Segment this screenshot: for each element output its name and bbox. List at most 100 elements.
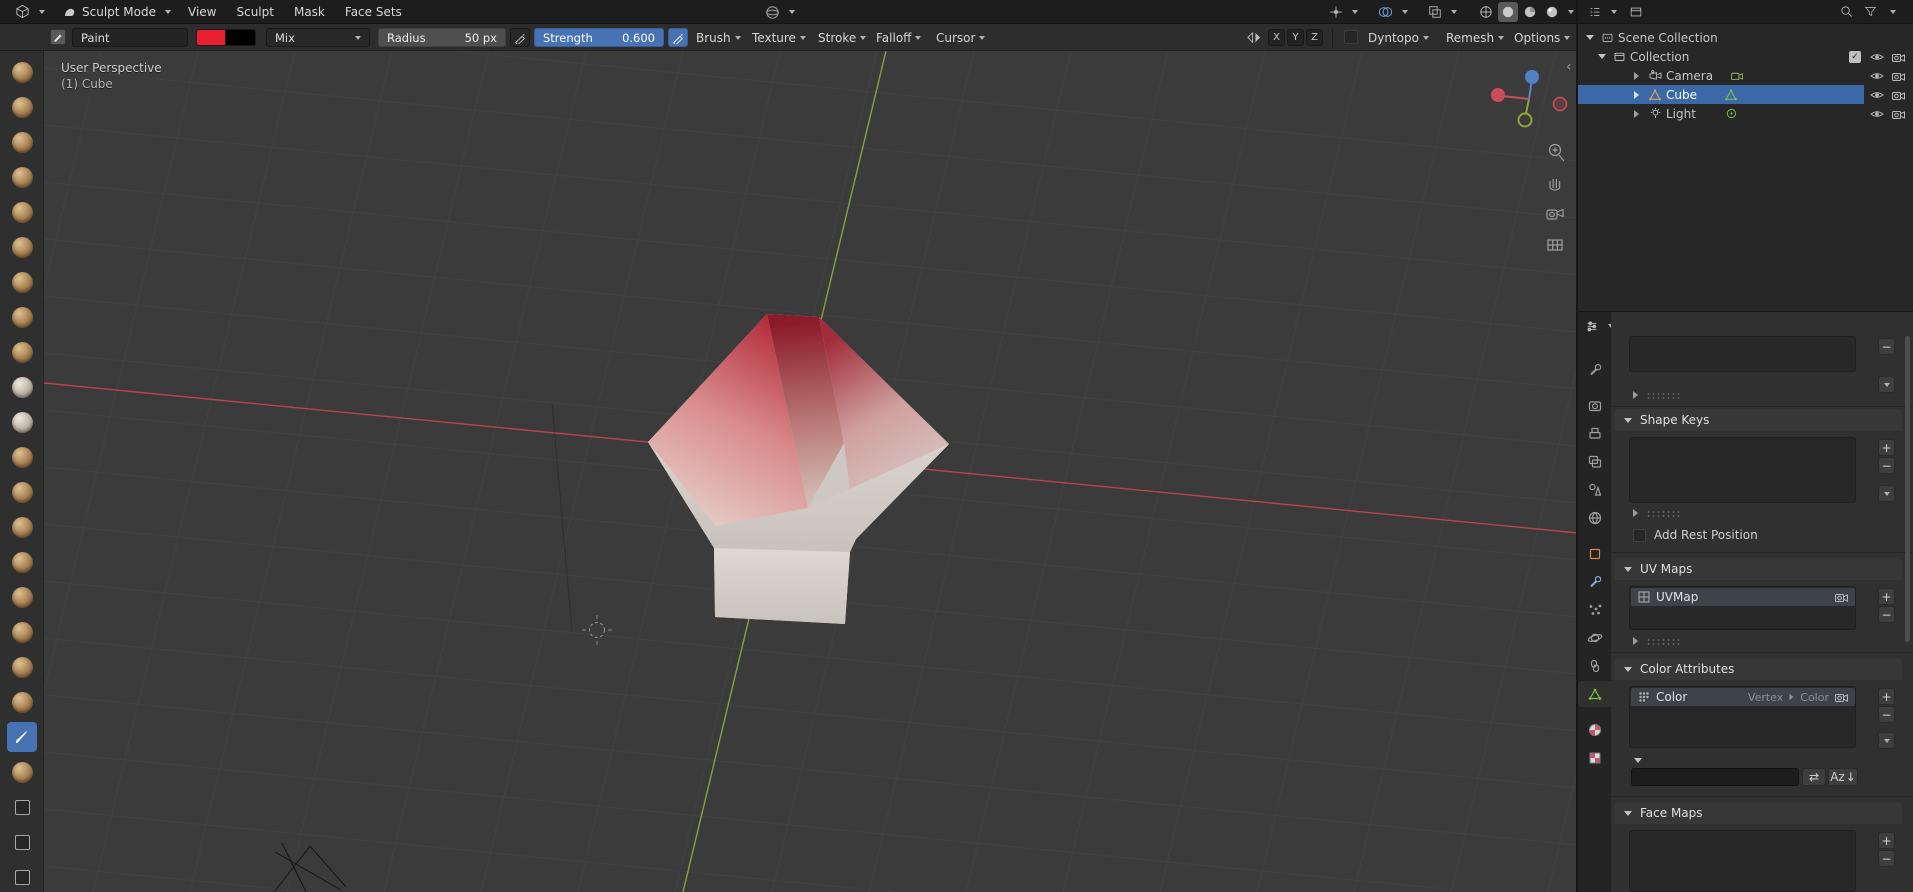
disclosure-open-icon[interactable]: [1598, 54, 1606, 59]
disclosure-closed-icon[interactable]: [1634, 71, 1639, 80]
active-color-disclosure-icon[interactable]: [1634, 758, 1642, 763]
dyntopo-checkbox[interactable]: [1344, 30, 1358, 44]
tool-snake-hook-button[interactable]: [7, 617, 37, 647]
tool-blob-button[interactable]: [7, 302, 37, 332]
render-camera-icon[interactable]: [1835, 692, 1848, 702]
radius-pressure-toggle[interactable]: [510, 28, 530, 47]
render-camera-icon[interactable]: [1889, 66, 1907, 85]
tool-draw-sharp-button[interactable]: [7, 92, 37, 122]
perspective-ortho-icon[interactable]: [1547, 239, 1563, 251]
mode-dropdown[interactable]: Sculpt Mode: [56, 2, 178, 22]
remove-face-map-button[interactable]: −: [1878, 850, 1895, 867]
gizmo-x-neg-axis[interactable]: [1552, 96, 1568, 112]
tool-draw-button[interactable]: [7, 57, 37, 87]
tool-grab-button[interactable]: [7, 547, 37, 577]
dyntopo-popover[interactable]: Dyntopo: [1368, 28, 1429, 47]
properties-tab-particles[interactable]: [1578, 597, 1611, 623]
symmetry-y-toggle[interactable]: Y: [1287, 29, 1304, 46]
shading-dropdown[interactable]: [1568, 10, 1574, 14]
pivot-point-dropdown[interactable]: [758, 2, 802, 22]
properties-tab-tool[interactable]: [1578, 357, 1611, 383]
properties-tab-modifiers[interactable]: [1578, 569, 1611, 595]
properties-tab-world[interactable]: [1578, 505, 1611, 531]
outliner-row-light[interactable]: Light: [1578, 104, 1913, 123]
filter-dropdown[interactable]: [1890, 9, 1896, 14]
properties-tab-object[interactable]: [1578, 541, 1611, 567]
tool-clay-strips-button[interactable]: [7, 162, 37, 192]
face-maps-list[interactable]: [1629, 830, 1856, 892]
filter-icon[interactable]: [1864, 5, 1877, 18]
properties-tab-object-data[interactable]: [1578, 681, 1611, 707]
disclosure-closed-icon[interactable]: [1634, 109, 1639, 118]
secondary-color-swatch[interactable]: [226, 29, 256, 46]
tool-inflate-button[interactable]: [7, 267, 37, 297]
tool-clay-thumb-button[interactable]: [7, 197, 37, 227]
active-color-field[interactable]: [1631, 768, 1799, 786]
uv-maps-panel-header[interactable]: UV Maps: [1614, 558, 1902, 580]
search-icon[interactable]: [1840, 5, 1853, 18]
shape-keys-expand-row[interactable]: [1633, 508, 1682, 518]
grip-handle-icon[interactable]: [1646, 509, 1682, 517]
tool-crease-button[interactable]: [7, 337, 37, 367]
tool-elastic-deform-button[interactable]: [7, 582, 37, 612]
editor-type-dropdown[interactable]: [8, 2, 52, 22]
list-specials-dropdown[interactable]: [1878, 376, 1895, 393]
menu-sculpt[interactable]: Sculpt: [226, 0, 283, 24]
properties-tab-material[interactable]: [1578, 717, 1611, 743]
tool-thumb-button[interactable]: [7, 652, 37, 682]
outliner-editor-dropdown[interactable]: [1584, 2, 1621, 22]
region-collapse-arrow[interactable]: ‹: [1566, 59, 1572, 75]
uv-maps-expand-row[interactable]: [1633, 636, 1682, 646]
remesh-popover[interactable]: Remesh: [1446, 28, 1505, 47]
blend-mode-dropdown[interactable]: Mix: [266, 28, 370, 47]
tool-paint-button[interactable]: [7, 722, 37, 752]
primary-color-swatch[interactable]: [196, 29, 226, 46]
remove-shape-key-button[interactable]: −: [1878, 457, 1895, 474]
color-attributes-panel-header[interactable]: Color Attributes: [1614, 658, 1902, 680]
shading-solid-button[interactable]: [1498, 2, 1518, 22]
symmetry-x-toggle[interactable]: X: [1268, 29, 1285, 46]
texture-popover[interactable]: Texture: [752, 28, 806, 47]
properties-tab-view-layer[interactable]: [1578, 449, 1611, 475]
hide-eye-icon[interactable]: [1868, 66, 1886, 85]
hide-eye-icon[interactable]: [1868, 47, 1886, 66]
tool-flatten-button[interactable]: [7, 407, 37, 437]
render-camera-icon[interactable]: [1889, 104, 1907, 123]
hide-eye-icon[interactable]: [1868, 104, 1886, 123]
tool-smooth-button[interactable]: [7, 372, 37, 402]
vertex-group-list[interactable]: [1629, 336, 1856, 372]
xray-toggle[interactable]: [1421, 2, 1464, 22]
tool-pose-button[interactable]: [7, 687, 37, 717]
tool-clay-button[interactable]: [7, 127, 37, 157]
outliner-row-camera[interactable]: Camera: [1578, 66, 1913, 85]
gizmo-x-axis[interactable]: [1491, 88, 1505, 102]
properties-tab-physics[interactable]: [1578, 625, 1611, 651]
strength-pressure-toggle[interactable]: [668, 28, 688, 47]
color-attributes-list[interactable]: Color Vertex Color: [1629, 686, 1856, 748]
falloff-popover[interactable]: Falloff: [876, 28, 922, 47]
cursor-popover[interactable]: Cursor: [936, 28, 986, 47]
list-remove-button[interactable]: −: [1878, 338, 1895, 355]
tool-box-hide-button[interactable]: [7, 827, 37, 857]
remove-color-attribute-button[interactable]: −: [1878, 706, 1895, 723]
shading-wireframe-button[interactable]: [1476, 2, 1496, 22]
brush-preview-icon[interactable]: [50, 29, 66, 45]
shape-keys-panel-header[interactable]: Shape Keys: [1614, 409, 1902, 431]
tool-annotate-button[interactable]: [7, 862, 37, 892]
color-attribute-specials-dropdown[interactable]: [1878, 732, 1895, 749]
render-camera-icon[interactable]: [1835, 592, 1848, 602]
uv-maps-list[interactable]: UVMap: [1629, 586, 1856, 630]
shading-material-button[interactable]: [1520, 2, 1540, 22]
hide-eye-icon[interactable]: [1868, 85, 1886, 104]
sculpted-cube-object[interactable]: [648, 314, 949, 624]
properties-tab-constraints[interactable]: [1578, 653, 1611, 679]
shape-keys-list[interactable]: [1629, 437, 1856, 503]
add-face-map-button[interactable]: +: [1878, 832, 1895, 849]
exclude-checkbox[interactable]: ✓: [1846, 47, 1864, 66]
outliner-row-collection[interactable]: Collection ✓: [1578, 47, 1913, 66]
3d-viewport[interactable]: User Perspective (1) Cube ‹: [44, 51, 1578, 892]
radius-slider[interactable]: Radius 50 px: [378, 28, 506, 47]
pan-hand-icon[interactable]: [1549, 179, 1561, 191]
shading-rendered-button[interactable]: [1542, 2, 1562, 22]
add-shape-key-button[interactable]: +: [1878, 439, 1895, 456]
